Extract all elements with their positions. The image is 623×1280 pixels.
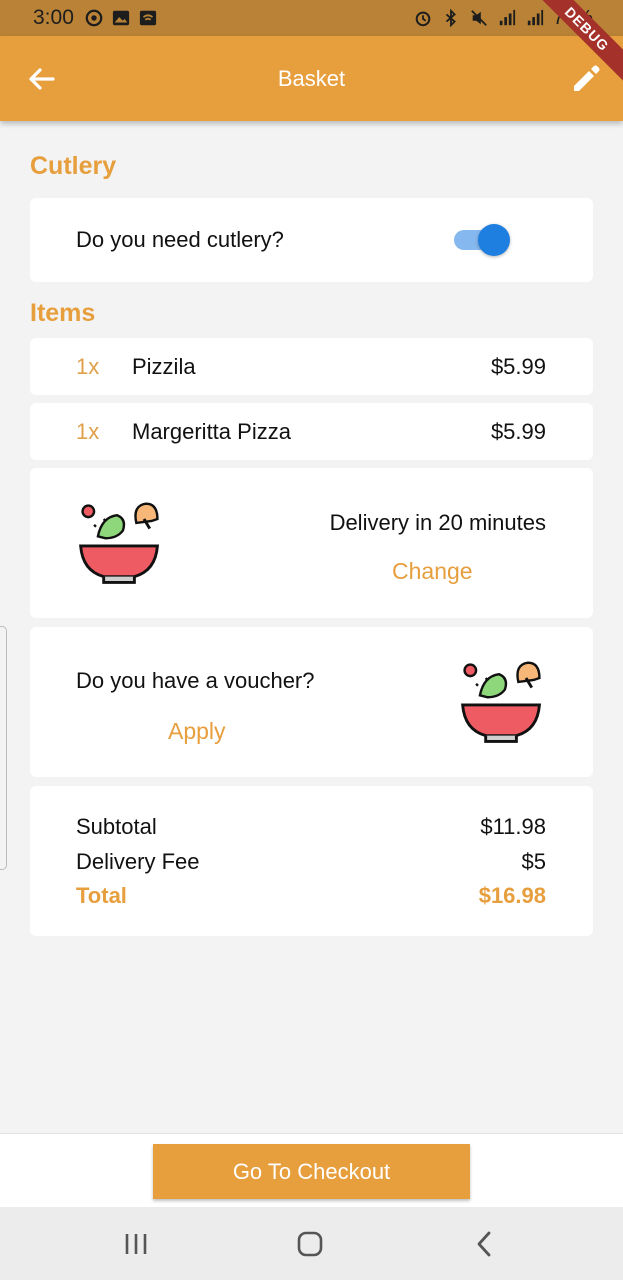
go-to-checkout-button[interactable]: Go To Checkout xyxy=(153,1144,470,1199)
total-value: $16.98 xyxy=(478,883,546,908)
order-summary-card: Subtotal $11.98 Delivery Fee $5 Total $1… xyxy=(30,786,593,936)
app-notification-icon xyxy=(85,9,103,27)
item-quantity: 1x xyxy=(76,354,100,379)
delivery-fee-value: $5 xyxy=(521,849,546,874)
list-item[interactable]: 1x Margeritta Pizza $5.99 xyxy=(30,403,593,460)
item-price: $5.99 xyxy=(490,354,546,379)
apply-voucher-button[interactable]: Apply xyxy=(168,718,226,745)
edge-panel-handle[interactable] xyxy=(0,626,7,870)
items-section-title: Items xyxy=(30,299,96,327)
item-quantity: 1x xyxy=(76,419,100,444)
list-item[interactable]: 1x Pizzila $5.99 xyxy=(30,338,593,395)
status-time: 3:00 xyxy=(33,6,74,29)
app-bar: Basket xyxy=(0,36,623,121)
delivery-time-text: Delivery in 20 minutes xyxy=(329,510,546,535)
back-arrow-icon[interactable] xyxy=(26,64,56,94)
image-notification-icon xyxy=(112,10,129,26)
status-bar: 3:00 77% xyxy=(0,0,623,36)
signal-icon xyxy=(527,9,544,26)
cutlery-section-title: Cutlery xyxy=(30,152,117,180)
salad-bowl-icon xyxy=(79,502,159,584)
home-icon[interactable] xyxy=(295,1229,325,1259)
wifi-notification-icon xyxy=(139,10,156,26)
system-navigation-bar xyxy=(0,1207,623,1280)
back-icon[interactable] xyxy=(470,1229,500,1259)
item-name: Margeritta Pizza xyxy=(132,419,291,444)
cutlery-card: Do you need cutlery? xyxy=(30,198,593,282)
total-label: Total xyxy=(76,883,127,908)
cutlery-toggle[interactable] xyxy=(454,224,510,256)
item-name: Pizzila xyxy=(132,354,196,379)
item-price: $5.99 xyxy=(490,419,546,444)
voucher-card: Do you have a voucher? Apply xyxy=(30,627,593,777)
bluetooth-icon xyxy=(445,9,456,27)
checkout-bar: Go To Checkout xyxy=(0,1133,623,1207)
subtotal-label: Subtotal xyxy=(76,814,157,839)
alarm-icon xyxy=(415,11,431,27)
toggle-thumb xyxy=(478,224,510,256)
cutlery-question: Do you need cutlery? xyxy=(76,227,284,252)
subtotal-value: $11.98 xyxy=(480,814,546,839)
delivery-card: Delivery in 20 minutes Change xyxy=(30,468,593,618)
salad-bowl-icon xyxy=(461,661,541,743)
delivery-fee-label: Delivery Fee xyxy=(76,849,200,874)
voucher-question: Do you have a voucher? xyxy=(76,668,315,693)
page-title: Basket xyxy=(277,65,346,91)
mute-icon xyxy=(471,10,487,26)
change-delivery-button[interactable]: Change xyxy=(392,558,473,585)
recent-apps-icon[interactable] xyxy=(121,1229,151,1259)
signal-icon xyxy=(499,9,516,26)
edit-pencil-icon[interactable] xyxy=(569,62,603,96)
